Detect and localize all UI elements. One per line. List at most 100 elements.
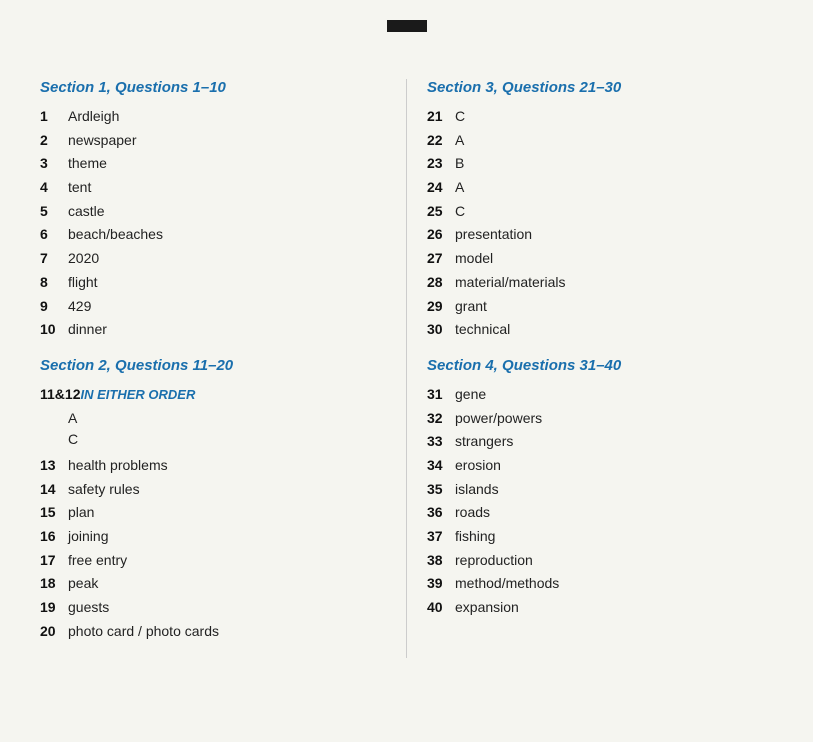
answer-item: 22A (427, 130, 773, 152)
answer-text: A (455, 177, 464, 199)
answer-list-s1: 1Ardleigh2newspaper3theme4tent5castle6be… (40, 106, 386, 341)
answer-text: 429 (68, 296, 91, 318)
answer-text: presentation (455, 224, 532, 246)
answer-num: 22 (427, 130, 455, 152)
title-container (40, 20, 773, 59)
answer-text: technical (455, 319, 510, 341)
either-order-answers: AC (68, 408, 386, 451)
answer-text: B (455, 153, 464, 175)
answer-text: erosion (455, 455, 501, 477)
answer-item: 28material/materials (427, 272, 773, 294)
answer-item: 8flight (40, 272, 386, 294)
answer-text: castle (68, 201, 105, 223)
answer-item: 21C (427, 106, 773, 128)
answer-num: 7 (40, 248, 68, 270)
answer-num: 37 (427, 526, 455, 548)
answer-num: 19 (40, 597, 68, 619)
answer-text: material/materials (455, 272, 565, 294)
either-order-label: IN EITHER ORDER (80, 385, 195, 405)
answer-text: peak (68, 573, 98, 595)
left-column: Section 1, Questions 1–10 1Ardleigh2newsp… (40, 79, 406, 658)
answer-item: 33strangers (427, 431, 773, 453)
answer-item: 13health problems (40, 455, 386, 477)
answer-num: 39 (427, 573, 455, 595)
answer-text: method/methods (455, 573, 559, 595)
answer-text: newspaper (68, 130, 137, 152)
answer-item: 15plan (40, 502, 386, 524)
answer-num: 8 (40, 272, 68, 294)
answer-item: 9429 (40, 296, 386, 318)
answer-item: 5castle (40, 201, 386, 223)
answer-text: tent (68, 177, 91, 199)
answer-text: health problems (68, 455, 168, 477)
answer-item: 3theme (40, 153, 386, 175)
answer-text: C (455, 106, 465, 128)
either-order-row: 11&12 IN EITHER ORDER (40, 384, 386, 406)
answer-num: 15 (40, 502, 68, 524)
answer-text: guests (68, 597, 109, 619)
answer-item: 32power/powers (427, 408, 773, 430)
answer-num: 2 (40, 130, 68, 152)
answer-item: 26presentation (427, 224, 773, 246)
answer-num: 10 (40, 319, 68, 341)
answer-item: 36roads (427, 502, 773, 524)
answer-text: A (455, 130, 464, 152)
answer-item: 18peak (40, 573, 386, 595)
answer-text: gene (455, 384, 486, 406)
answer-text: power/powers (455, 408, 542, 430)
answer-num: 30 (427, 319, 455, 341)
answer-num: 13 (40, 455, 68, 477)
answer-num: 6 (40, 224, 68, 246)
answer-item: 23B (427, 153, 773, 175)
answer-num: 25 (427, 201, 455, 223)
answer-item: 27model (427, 248, 773, 270)
answer-item: 39method/methods (427, 573, 773, 595)
answer-item: 2newspaper (40, 130, 386, 152)
answer-text: C (455, 201, 465, 223)
answer-item: 14safety rules (40, 479, 386, 501)
answer-item: 40expansion (427, 597, 773, 619)
answer-num: 14 (40, 479, 68, 501)
answer-text: dinner (68, 319, 107, 341)
answer-num: 31 (427, 384, 455, 406)
answer-num: 21 (427, 106, 455, 128)
answer-text: Ardleigh (68, 106, 119, 128)
answer-num: 9 (40, 296, 68, 318)
answer-item: 35islands (427, 479, 773, 501)
answer-text: safety rules (68, 479, 140, 501)
answer-num: 16 (40, 526, 68, 548)
answer-item: 20photo card / photo cards (40, 621, 386, 643)
either-order-num: 11&12 (40, 384, 80, 406)
section-heading-s1: Section 1, Questions 1–10 (40, 79, 386, 96)
answer-text: grant (455, 296, 487, 318)
answer-text: fishing (455, 526, 495, 548)
answer-text: expansion (455, 597, 519, 619)
answer-text: theme (68, 153, 107, 175)
answer-item: 72020 (40, 248, 386, 270)
answer-text: reproduction (455, 550, 533, 572)
answer-item: 29grant (427, 296, 773, 318)
answer-item: 38reproduction (427, 550, 773, 572)
answer-item: 1Ardleigh (40, 106, 386, 128)
main-content: Section 1, Questions 1–10 1Ardleigh2newsp… (40, 79, 773, 658)
answer-num: 27 (427, 248, 455, 270)
either-order-value: A (68, 408, 386, 430)
answer-text: 2020 (68, 248, 99, 270)
answer-item: 25C (427, 201, 773, 223)
answer-num: 17 (40, 550, 68, 572)
answer-num: 3 (40, 153, 68, 175)
answer-num: 29 (427, 296, 455, 318)
answer-num: 34 (427, 455, 455, 477)
answer-item: 17free entry (40, 550, 386, 572)
answer-item: 37fishing (427, 526, 773, 548)
answer-item: 31gene (427, 384, 773, 406)
answer-item: 4tent (40, 177, 386, 199)
answer-item: 6beach/beaches (40, 224, 386, 246)
answer-num: 24 (427, 177, 455, 199)
answer-num: 5 (40, 201, 68, 223)
answer-num: 32 (427, 408, 455, 430)
answer-item: 19guests (40, 597, 386, 619)
answer-text: flight (68, 272, 98, 294)
answer-list-s2: 13health problems14safety rules15plan16j… (40, 455, 386, 643)
test-title-bar (387, 20, 427, 32)
